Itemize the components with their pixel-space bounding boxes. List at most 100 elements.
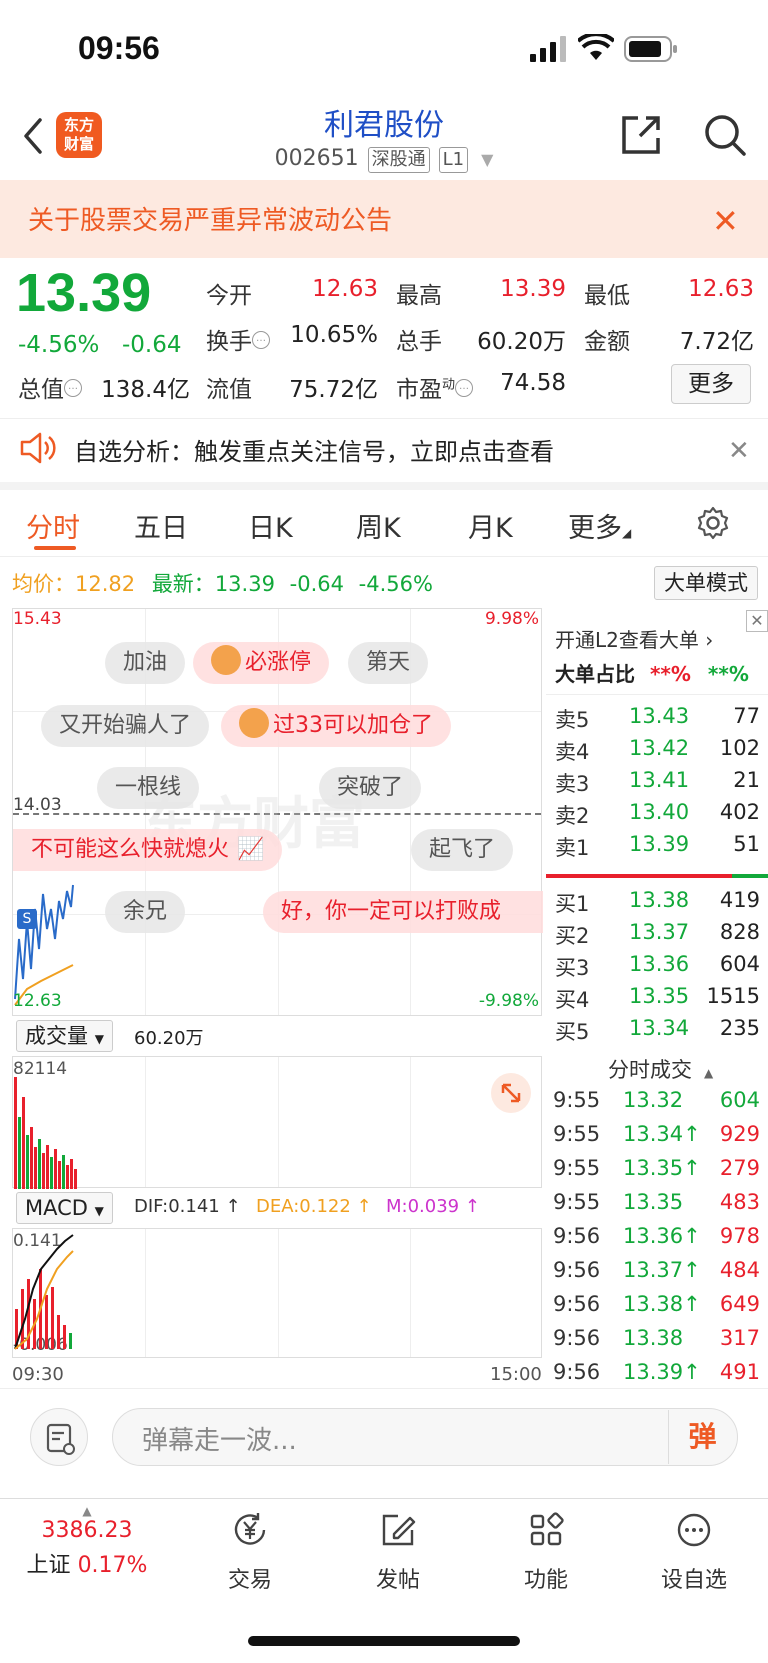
float-label: 流值 — [206, 377, 252, 403]
nav-trade-label: 交易 — [227, 1568, 272, 1593]
index-ticker[interactable]: ▲ 3386.23 上证 0.17% — [22, 1504, 152, 1579]
status-time: 09:56 — [78, 30, 160, 66]
tick-row: 9:55 13.32 604 — [553, 1088, 760, 1112]
tab-more[interactable]: 更多◢ — [568, 506, 631, 545]
trend-up-icon: 📈 — [237, 837, 265, 862]
danmu-item[interactable]: 过33可以加仓了 — [221, 705, 451, 747]
caret-icon: ◢ — [622, 526, 632, 540]
last-price: 13.39 — [16, 263, 152, 323]
nav-post-label: 发帖 — [375, 1568, 420, 1593]
danmu-item[interactable]: 一根线 — [97, 767, 200, 809]
avg-label: 均价： — [12, 572, 75, 596]
grid-icon — [530, 1512, 564, 1546]
volume-bars — [14, 1077, 77, 1189]
tab-monthly-k[interactable]: 月K — [468, 506, 513, 545]
buy-row[interactable]: 买5 13.34 235 — [555, 1016, 760, 1048]
close-icon[interactable]: ✕ — [746, 610, 768, 632]
buy-row[interactable]: 买4 13.35 1515 — [555, 984, 760, 1016]
bottom-price: 12.63 — [13, 991, 62, 1011]
mktcap-label: 总值… — [18, 370, 82, 404]
nav-add-watchlist-label: 设自选 — [660, 1568, 727, 1593]
info-icon[interactable]: … — [455, 379, 474, 397]
nav-add-watchlist[interactable]: 设自选 — [634, 1510, 754, 1594]
comment-list-button[interactable] — [30, 1408, 88, 1466]
nav-functions[interactable]: 功能 — [486, 1510, 606, 1594]
danmu-send-button[interactable]: 弹 — [668, 1410, 736, 1464]
volume-value: 60.20万 — [134, 1028, 204, 1049]
mid-price: 14.03 — [13, 795, 62, 815]
volume-select[interactable]: 成交量 ▼ — [16, 1020, 113, 1052]
danmu-item[interactable]: 突破了 — [319, 767, 422, 809]
macd-select[interactable]: MACD ▼ — [16, 1192, 113, 1224]
info-icon[interactable]: … — [64, 379, 82, 397]
search-icon[interactable] — [702, 112, 748, 158]
danmu-item[interactable]: 余兄 — [105, 891, 186, 933]
nav-trade[interactable]: 交易 — [190, 1510, 310, 1594]
caret-up-icon: ▲ — [82, 1504, 92, 1518]
close-icon[interactable]: ✕ — [712, 202, 739, 240]
danmu-item[interactable]: 必涨停 — [193, 642, 330, 684]
status-bar: 09:56 — [0, 0, 768, 100]
buy-row[interactable]: 买3 13.36 604 — [555, 952, 760, 984]
sell-row[interactable]: 卖2 13.40 402 — [555, 800, 760, 832]
more-button[interactable]: 更多 — [671, 364, 751, 404]
s-marker[interactable]: S — [17, 909, 37, 929]
amount-label: 金额 — [584, 329, 630, 355]
danmu-item[interactable]: 加油 — [105, 642, 186, 684]
tick-row: 9:55 13.35 483 — [553, 1190, 760, 1214]
tick-row: 9:55 13.35↑ 279 — [553, 1156, 760, 1180]
avatar-icon — [239, 708, 269, 738]
tick-row: 9:56 13.36↑ 978 — [553, 1224, 760, 1248]
latest-pct: -4.56% — [358, 572, 433, 596]
expand-icon[interactable] — [491, 1073, 531, 1113]
danmu-item[interactable]: 起飞了 — [411, 829, 514, 871]
gear-icon[interactable] — [695, 505, 731, 541]
sell-row[interactable]: 卖1 13.39 51 — [555, 832, 760, 864]
volume-chart[interactable]: 82114 — [12, 1056, 542, 1189]
speaker-icon — [20, 432, 56, 464]
tab-5day[interactable]: 五日 — [134, 506, 188, 545]
open-value: 12.63 — [312, 276, 378, 302]
danmu-item[interactable]: 不可能这么快就熄火 📈 — [13, 829, 283, 871]
divider — [546, 694, 768, 695]
notice-text[interactable]: 关于股票交易严重异常波动公告 — [28, 200, 392, 237]
danmu-placeholder[interactable]: 弹幕走一波... — [142, 1420, 297, 1457]
bigorder-mode-button[interactable]: 大单模式 — [654, 566, 758, 600]
close-icon[interactable]: ✕ — [728, 436, 750, 466]
danmu-item[interactable]: 第天 — [348, 642, 429, 684]
tag-connect: 深股通 — [367, 147, 430, 173]
info-icon[interactable]: … — [252, 331, 270, 349]
macd-m: M:0.039 ↑ — [386, 1196, 480, 1217]
index-name: 上证 — [26, 1553, 71, 1578]
macd-chart[interactable]: 0.141 -0.006 — [12, 1228, 542, 1358]
nav-post[interactable]: 发帖 — [338, 1510, 458, 1594]
buy-row[interactable]: 买1 13.38 419 — [555, 888, 760, 920]
tab-weekly-k[interactable]: 周K — [356, 506, 401, 545]
ratio-bar-green — [732, 874, 768, 878]
bottom-pct: -9.98% — [478, 991, 539, 1011]
turnover-value: 10.65% — [290, 322, 378, 348]
tab-underline — [34, 546, 76, 550]
tick-row: 9:56 13.38 317 — [553, 1326, 760, 1350]
sell-row[interactable]: 卖5 13.43 77 — [555, 704, 760, 736]
pe-sup: 动 — [442, 377, 456, 393]
top-pct: 9.98% — [484, 609, 539, 629]
index-value: 3386.23 — [41, 1518, 133, 1543]
analysis-text[interactable]: 自选分析：触发重点关注信号，立即点击查看 — [74, 432, 554, 467]
buy-row[interactable]: 买2 13.37 828 — [555, 920, 760, 952]
wifi-icon — [578, 34, 614, 60]
intraday-chart[interactable]: S 15.43 9.98% 14.03 12.63 -9.98% 东方财富 加油… — [12, 608, 543, 1016]
l2-link[interactable]: 开通L2查看大单 › — [555, 624, 713, 653]
more-dots-icon — [677, 1513, 711, 1547]
danmu-item[interactable]: 又开始骗人了 — [41, 705, 210, 747]
tab-daily-k[interactable]: 日K — [248, 506, 293, 545]
tab-intraday[interactable]: 分时 — [26, 506, 80, 545]
sell-row[interactable]: 卖4 13.42 102 — [555, 736, 760, 768]
volume-header: 成交量 ▼ 60.20万 — [12, 1018, 542, 1054]
ticks-title[interactable]: 分时成交 ▲ — [608, 1054, 713, 1084]
danmu-item[interactable]: 好，你一定可以打败成 — [263, 891, 543, 933]
sell-row[interactable]: 卖3 13.41 21 — [555, 768, 760, 800]
caret-up-icon: ▲ — [704, 1066, 714, 1080]
top-price: 15.43 — [13, 609, 62, 629]
share-icon[interactable] — [618, 112, 664, 158]
